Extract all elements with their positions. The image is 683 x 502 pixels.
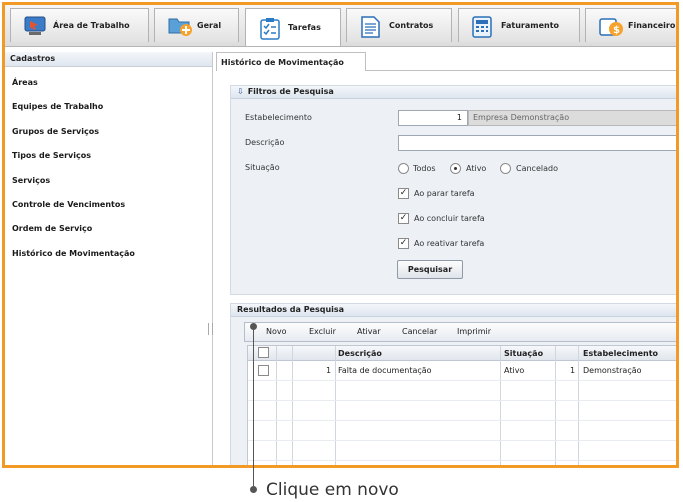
sidebar-title: Cadastros [5, 52, 212, 67]
document-icon [359, 15, 383, 38]
cancelar-button[interactable]: Cancelar [402, 327, 437, 336]
row-estab-code: 1 [570, 366, 576, 375]
sidebar-item-tipos-de-servicos[interactable]: Tipos de Serviços [12, 151, 91, 160]
empty-row [248, 401, 676, 421]
filters-title: Filtros de Pesquisa [247, 87, 334, 96]
ao-parar-tarefa-checkbox[interactable]: ✓ [398, 188, 409, 199]
situacao-ativo-label: Ativo [466, 164, 487, 173]
empty-row [248, 381, 676, 401]
sidebar: Cadastros Áreas Equipes de Trabalho Grup… [5, 52, 213, 465]
filters-header[interactable]: ⇩ Filtros de Pesquisa [231, 86, 676, 99]
sidebar-item-equipes-de-trabalho[interactable]: Equipes de Trabalho [12, 102, 103, 111]
results-panel: Resultados da Pesquisa Novo Excluir Ativ… [230, 303, 676, 465]
sidebar-item-areas[interactable]: Áreas [12, 78, 38, 87]
empty-row [248, 421, 676, 441]
sidebar-item-servicos[interactable]: Serviços [12, 176, 50, 185]
row-id: 1 [326, 366, 332, 375]
descricao-label: Descrição [245, 138, 285, 147]
empty-row [248, 441, 676, 461]
situacao-cancelado-radio[interactable] [500, 163, 511, 174]
situacao-cancelado-label: Cancelado [516, 164, 558, 173]
table-row[interactable]: 1 Falta de documentação Ativo 1 Demonstr… [248, 361, 676, 381]
tab-financeiro[interactable]: $ Financeiro [585, 8, 676, 42]
results-grid: Descrição Situação Estabelecimento 1 Fal… [247, 345, 676, 465]
tab-area-de-trabalho[interactable]: Área de Trabalho [10, 8, 149, 42]
row-estab-name: Demonstração [583, 366, 642, 375]
estabelecimento-code-input[interactable]: 1 [398, 110, 468, 126]
descricao-input[interactable] [398, 135, 676, 151]
sidebar-item-controle-de-vencimentos[interactable]: Controle de Vencimentos [12, 200, 125, 209]
tab-tarefas[interactable]: Tarefas [245, 8, 341, 46]
checklist-icon [258, 17, 282, 40]
grid-header: Descrição Situação Estabelecimento [248, 346, 676, 361]
svg-text:$: $ [613, 25, 620, 36]
situacao-ativo-radio[interactable] [450, 163, 461, 174]
tab-underline [366, 70, 676, 71]
money-icon: $ [598, 15, 623, 37]
module-tab-bar: Área de Trabalho Geral Tarefas Contratos… [5, 5, 676, 47]
ao-reativar-tarefa-checkbox[interactable]: ✓ [398, 238, 409, 249]
main-content: Histórico de Movimentação ⇩ Filtros de Pe… [216, 52, 676, 465]
sidebar-item-grupos-de-servicos[interactable]: Grupos de Serviços [12, 127, 99, 136]
callout-line [253, 326, 254, 489]
col-descricao-header[interactable]: Descrição [338, 349, 382, 358]
tab-contratos[interactable]: Contratos [346, 8, 452, 42]
results-title: Resultados da Pesquisa [231, 304, 676, 317]
situacao-label: Situação [245, 163, 280, 172]
collapse-icon[interactable]: ⇩ [237, 87, 244, 96]
col-situacao-header[interactable]: Situação [504, 349, 543, 358]
imprimir-button[interactable]: Imprimir [457, 327, 491, 336]
excluir-button[interactable]: Excluir [309, 327, 336, 336]
situacao-todos-label: Todos [413, 164, 436, 173]
estabelecimento-name-field: Empresa Demonstração [468, 110, 676, 126]
desktop-icon [23, 15, 47, 37]
row-situacao: Ativo [504, 366, 525, 375]
folder-add-icon [167, 15, 192, 37]
estabelecimento-label: Estabelecimento [245, 113, 312, 122]
app-window: Área de Trabalho Geral Tarefas Contratos… [2, 2, 679, 468]
sidebar-item-historico-de-movimentacao[interactable]: Histórico de Movimentação [12, 249, 135, 258]
ao-concluir-tarefa-label: Ao concluir tarefa [414, 214, 485, 223]
row-descricao: Falta de documentação [338, 366, 432, 375]
novo-button[interactable]: Novo [266, 327, 287, 336]
tab-faturamento[interactable]: Faturamento [458, 8, 580, 42]
calculator-icon [471, 15, 495, 38]
row-checkbox[interactable] [258, 365, 269, 376]
ativar-button[interactable]: Ativar [357, 327, 381, 336]
filters-panel: ⇩ Filtros de Pesquisa Estabelecimento 1 E… [230, 85, 676, 295]
col-estabelecimento-header[interactable]: Estabelecimento [583, 349, 658, 358]
tab-historico-de-movimentacao[interactable]: Histórico de Movimentação [216, 52, 366, 71]
select-all-checkbox[interactable] [258, 347, 269, 358]
tab-geral[interactable]: Geral [154, 8, 239, 42]
situacao-todos-radio[interactable] [398, 163, 409, 174]
callout-text: Clique em novo [266, 480, 399, 500]
ao-reativar-tarefa-label: Ao reativar tarefa [414, 239, 485, 248]
sidebar-item-ordem-de-servico[interactable]: Ordem de Serviço [12, 224, 92, 233]
pesquisar-button[interactable]: Pesquisar [397, 260, 463, 279]
callout-dot-bottom [250, 486, 257, 493]
ao-concluir-tarefa-checkbox[interactable]: ✓ [398, 213, 409, 224]
ao-parar-tarefa-label: Ao parar tarefa [414, 189, 475, 198]
results-toolbar: Novo Excluir Ativar Cancelar Imprimir [244, 322, 676, 342]
panel-splitter-handle[interactable] [208, 323, 213, 335]
